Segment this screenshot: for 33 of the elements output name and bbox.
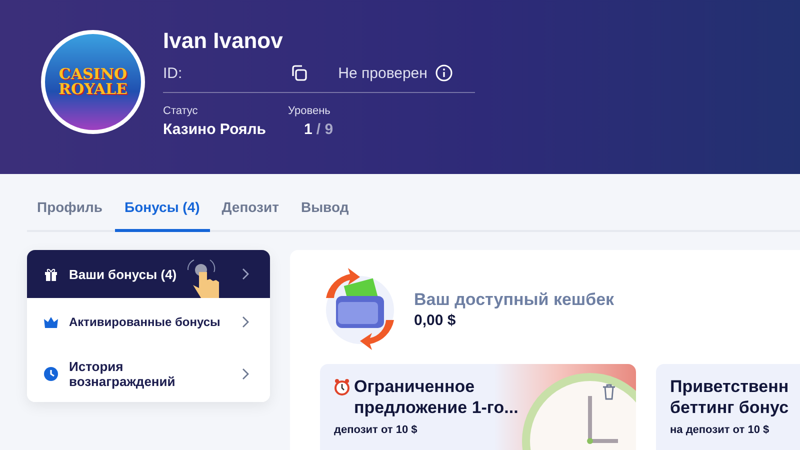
level-label: Уровень: [288, 105, 332, 117]
offer-card[interactable]: Приветственн беттинг бонус на депозит от 10 $: [656, 364, 800, 450]
chevron-right-icon: [242, 268, 250, 280]
copy-icon[interactable]: [290, 64, 308, 82]
gift-icon: [43, 266, 59, 282]
chevron-right-icon: [242, 368, 250, 380]
clock-icon: [43, 366, 59, 382]
tab[interactable]: Бонусы (4): [114, 186, 210, 232]
tab[interactable]: Профиль: [27, 186, 113, 232]
verification-status: Не проверен: [338, 64, 428, 82]
menu-item[interactable]: Ваши бонусы (4): [27, 250, 270, 298]
level-current: 1: [304, 121, 312, 138]
tab[interactable]: Вывод: [290, 186, 359, 232]
offer-condition: депозит от 10 $: [334, 424, 418, 436]
cashback-label: Ваш доступный кешбек: [414, 290, 614, 310]
level-total: / 9: [316, 121, 334, 138]
chevron-right-icon: [242, 316, 250, 328]
trash-icon[interactable]: [602, 384, 616, 400]
offer-card[interactable]: Ограниченное предложение 1-го... депозит от 10 $: [320, 364, 636, 450]
status-label: Статус: [163, 105, 199, 117]
casino-logo: CASINO ROYALE: [41, 30, 145, 134]
offer-title: Ограниченное предложение 1-го...: [354, 376, 518, 418]
status-value: Казино Рояль: [163, 121, 266, 138]
cashback-value: 0,00 $: [414, 312, 457, 328]
alarm-clock-icon: [334, 378, 350, 396]
offer-condition: на депозит от 10 $: [670, 424, 770, 436]
tab[interactable]: Депозит: [212, 186, 289, 232]
menu-item[interactable]: История вознаграждений: [27, 346, 270, 402]
user-name: Ivan Ivanov: [163, 28, 284, 54]
user-id-label: ID:: [163, 64, 182, 82]
offer-title: Приветственн беттинг бонус: [670, 376, 789, 418]
menu-item[interactable]: Активированные бонусы: [27, 298, 270, 346]
info-icon[interactable]: [435, 64, 454, 82]
